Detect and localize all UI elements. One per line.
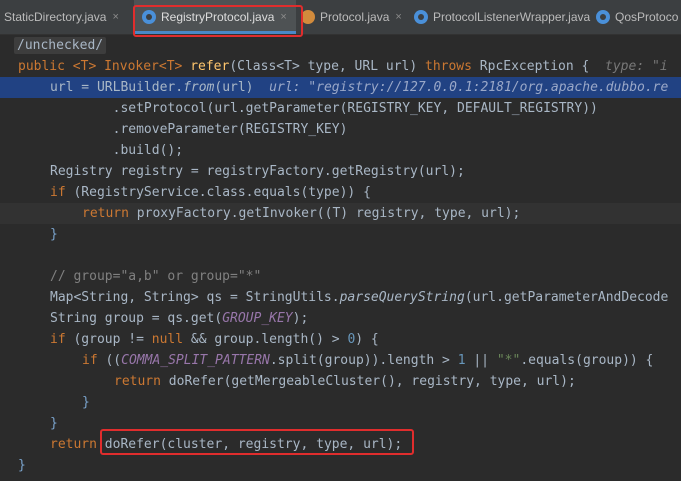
code-editor[interactable]: /unchecked/ public <T> Invoker<T> refer(… [0,35,681,481]
close-icon[interactable]: × [395,11,401,23]
code-token: parseQueryString [339,290,465,305]
code-line: public <T> Invoker<T> refer(Class<T> typ… [0,56,681,77]
code-line: if (group != null && group.length() > 0)… [0,329,681,350]
code-token: (url) [214,80,270,95]
code-token: ); [292,311,309,326]
code-token: url = URLBuilder. [50,80,184,95]
inline-value-hint: url: "registry://127.0.0.1:2181/org.apac… [269,80,669,95]
code-token: (RegistryService.class.equals(type)) { [65,185,371,200]
inline-value-hint: type: "i [605,59,668,74]
code-token: if [50,332,66,347]
code-token: 1 [457,353,466,368]
editor-tab-bar: StaticDirectory.java × RegistryProtocol.… [0,0,681,35]
code-token: ) { [355,332,379,347]
code-token: throws [425,59,472,74]
tab-protocol[interactable]: Protocol.java × [299,0,411,34]
code-token: return [82,206,129,221]
code-token: (( [97,353,122,368]
code-token: if [82,353,98,368]
code-line: if ((COMMA_SPLIT_PATTERN.split(group)).l… [0,350,681,371]
highlight-box-tab [133,5,303,37]
code-line: return doRefer(getMergeableCluster(), re… [0,371,681,392]
code-token: GROUP_KEY [222,311,293,326]
code-token: doRefer(getMergeableCluster(), registry,… [160,374,576,389]
code-token: COMMA_SPLIT_PATTERN [121,353,270,368]
code-line: .build(); [50,143,184,158]
code-line: Map<String, String> qs = StringUtils.par… [0,287,681,308]
code-token: Map<String, String> qs = StringUtils. [50,290,340,305]
code-comment: // group="a,b" or group="*" [50,269,262,284]
tab-qos-protocol[interactable]: QosProtoco [594,0,681,34]
code-token: && group.length() > [183,332,348,347]
code-line: return proxyFactory.getInvoker((T) regis… [0,203,681,224]
code-line: } [18,458,26,473]
code-token: || [465,353,497,368]
code-token: .equals(group)) { [520,353,654,368]
code-line: String group = qs.get(GROUP_KEY); [0,308,681,329]
code-line: /unchecked/ [0,35,681,56]
code-line: Registry registry = registryFactory.getR… [50,164,465,179]
code-token: refer [190,59,230,74]
java-class-icon [596,10,610,24]
code-token: from [183,80,215,95]
code-token: String group = qs.get( [50,311,223,326]
code-line: if (RegistryService.class.equals(type)) … [0,182,681,203]
tab-protocol-listener-wrapper[interactable]: ProtocolListenerWrapper.java × [412,0,603,34]
tab-static-directory[interactable]: StaticDirectory.java × [0,0,134,34]
java-interface-icon [301,10,315,24]
code-line: .removeParameter(REGISTRY_KEY) [50,122,348,137]
tab-label: QosProtoco [615,10,679,24]
code-token: return [50,437,97,452]
java-class-icon [414,10,428,24]
code-token: if [50,185,66,200]
code-line-current: url = URLBuilder.from(url) url: "registr… [0,77,681,98]
code-token: return [114,374,161,389]
tab-label: Protocol.java [320,10,390,24]
code-token: proxyFactory.getInvoker((T) registry, ty… [128,206,521,221]
tab-label: ProtocolListenerWrapper.java [433,10,591,24]
code-token: .split(group)).length > [269,353,458,368]
code-token: null [151,332,184,347]
highlight-box-return [100,429,414,455]
code-token: RpcException { [471,59,606,74]
code-token: (url.getParameterAndDecode [464,290,669,305]
code-token: "*" [496,353,521,368]
code-line: .setProtocol(url.getParameter(REGISTRY_K… [50,101,598,116]
close-icon[interactable]: × [112,11,118,23]
code-line: } [50,227,58,242]
suppress-warning-fold[interactable]: /unchecked/ [14,37,107,54]
tab-label: StaticDirectory.java [4,10,107,24]
code-token: public <T> Invoker<T> [18,59,191,74]
code-line: } [82,395,90,410]
code-token: (group != [65,332,152,347]
code-token: (Class<T> type, URL url) [229,59,425,74]
